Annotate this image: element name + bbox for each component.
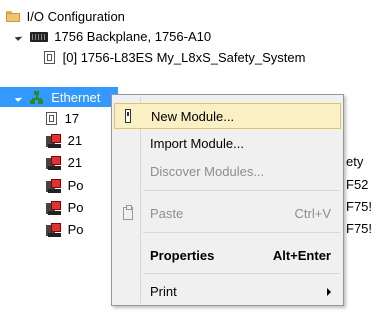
module-icon (46, 178, 62, 193)
submenu-arrow-icon (327, 288, 331, 296)
menu-item-label: Properties (150, 248, 215, 263)
tree-node-label-suffix: F52 (346, 177, 369, 192)
tree-node-label: I/O Configuration (26, 8, 125, 24)
menu-item-import-module[interactable]: Import Module... (114, 131, 341, 157)
tree-node-ethernet[interactable]: Ethernet (0, 87, 118, 107)
tree-node-io-configuration[interactable]: I/O Configuration (6, 6, 125, 26)
tree-node-module[interactable]: 17 (46, 108, 79, 128)
menu-item-shortcut: Alt+Enter (272, 248, 331, 263)
menu-item-label: Import Module... (150, 136, 244, 151)
menu-separator (143, 232, 340, 233)
tree-node-label: Po (67, 221, 84, 237)
tree-node-module[interactable]: 21 (46, 130, 82, 150)
collapse-arrow-icon[interactable] (14, 93, 23, 102)
menu-item-paste[interactable]: Paste Ctrl+V (114, 201, 341, 227)
menu-item-label: Print (150, 284, 177, 299)
collapse-arrow-icon[interactable] (14, 32, 23, 41)
tree-node-module[interactable]: Po (46, 219, 84, 239)
tree-node-label: 21 (67, 154, 83, 170)
paste-icon (123, 205, 133, 220)
menu-item-label: New Module... (151, 109, 235, 124)
controller-icon (44, 51, 55, 65)
menu-separator (143, 190, 340, 191)
backplane-icon (29, 31, 48, 42)
menu-item-properties[interactable]: Properties Alt+Enter (114, 243, 341, 269)
tree-node-label-suffix: ety (346, 154, 364, 169)
tree-node-module[interactable]: 21 (46, 152, 82, 172)
tree-node-label-suffix: F75! (346, 221, 373, 236)
tree-node-label: Ethernet (51, 89, 101, 105)
module-icon (46, 222, 62, 237)
tree-node-label: [0] 1756-L83ES My_L8xS_Safety_System (62, 49, 306, 65)
module-icon (46, 200, 62, 215)
menu-item-shortcut: Ctrl+V (294, 206, 331, 221)
context-menu: New Module... Import Module... Discover … (111, 94, 344, 306)
controller-icon (46, 112, 57, 126)
menu-item-new-module[interactable]: New Module... (114, 103, 341, 129)
tree-node-label: 1756 Backplane, 1756-A10 (54, 28, 212, 44)
tree-node-label: 17 (64, 110, 80, 126)
menu-item-label: Discover Modules... (150, 164, 265, 179)
tree-node-module[interactable]: Po (46, 197, 84, 217)
tree-node-module[interactable]: Po (46, 175, 84, 195)
new-module-icon (125, 109, 131, 123)
menu-item-label: Paste (150, 206, 184, 221)
module-icon (46, 133, 62, 148)
folder-icon (6, 11, 20, 23)
module-icon (46, 155, 62, 170)
tree-node-label: Po (67, 177, 84, 193)
ethernet-network-icon (29, 90, 44, 105)
menu-item-print[interactable]: Print (114, 279, 341, 305)
menu-separator (143, 273, 340, 274)
tree-node-label: 21 (67, 132, 83, 148)
tree-node-label: Po (67, 199, 84, 215)
tree-node-label-suffix: F75! (346, 199, 373, 214)
menu-item-discover-modules[interactable]: Discover Modules... (114, 159, 341, 185)
tree-node-backplane[interactable]: 1756 Backplane, 1756-A10 (14, 26, 212, 46)
tree-node-controller[interactable]: [0] 1756-L83ES My_L8xS_Safety_System (44, 47, 305, 67)
